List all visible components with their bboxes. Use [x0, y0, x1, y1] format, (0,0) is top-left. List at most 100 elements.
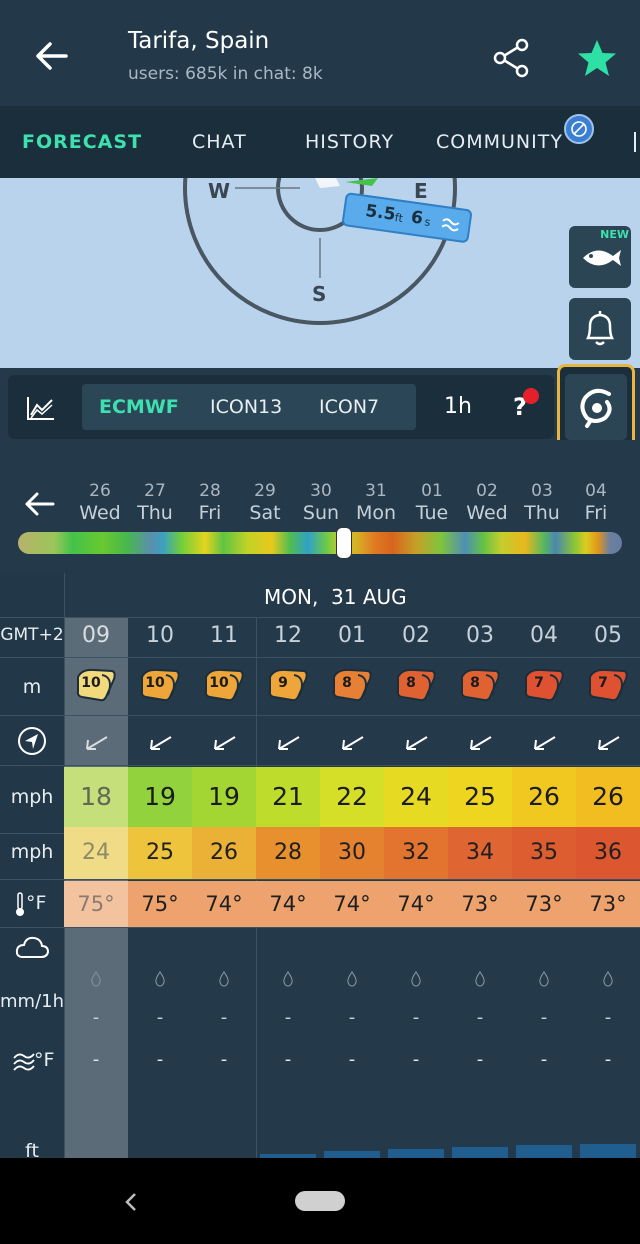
model-ecmwf[interactable]: ECMWF [99, 384, 179, 430]
kite-size-value: 8 [406, 675, 416, 691]
alerts-button[interactable] [569, 298, 631, 360]
hour-cell: 02 [402, 623, 430, 648]
day-name: Thu [137, 502, 173, 524]
row-divider [0, 715, 640, 716]
tab-community[interactable]: COMMUNITY [436, 106, 563, 178]
windy-mode-button[interactable] [557, 364, 635, 450]
day-item[interactable]: 31 Mon [348, 480, 404, 524]
day-item[interactable]: 02 Wed [459, 480, 515, 524]
label-wave-height: ft [25, 1140, 39, 1158]
cloud-icon [14, 933, 50, 961]
thermometer-icon [14, 891, 26, 917]
day-item[interactable]: 26 Wed [72, 480, 128, 524]
raindrop-icon [91, 971, 101, 987]
label-water-temp: °F [34, 1049, 55, 1071]
wind-gust-value: 36 [594, 840, 622, 865]
kite-size-value: 10 [209, 675, 229, 691]
share-button[interactable] [490, 36, 534, 80]
page-title: Tarifa, Spain [128, 28, 270, 54]
temperature-cell: 74° [192, 881, 256, 927]
kite-size-value: 7 [598, 675, 608, 691]
days-back-button[interactable] [22, 488, 58, 520]
hour-cell: 12 [274, 623, 302, 648]
wave-period-value: 6 [409, 207, 425, 229]
water-temp-cell: - [220, 1049, 228, 1070]
wind-speed-value: 18 [80, 782, 112, 811]
favorite-button[interactable] [576, 38, 618, 80]
label-wind-gust: mph [10, 841, 54, 863]
timeline-slider-handle[interactable] [337, 528, 351, 558]
tab-forecast[interactable]: FORECAST [22, 106, 142, 178]
day-item[interactable]: 27 Thu [127, 480, 183, 524]
day-item[interactable]: 01 Tue [404, 480, 460, 524]
system-nav-bar [0, 1158, 640, 1244]
wind-arrow-icon [470, 736, 492, 750]
wind-direction-cell [384, 725, 448, 761]
temperature-value: 74° [333, 892, 371, 916]
kite-size-value: 9 [278, 675, 288, 691]
wind-speed-value: 24 [400, 782, 432, 811]
help-notification-dot [523, 388, 539, 404]
temperature-cell: 74° [384, 881, 448, 927]
water-temp-cell: - [284, 1049, 292, 1070]
wind-direction-cell [128, 725, 192, 761]
day-item[interactable]: 03 Thu [514, 480, 570, 524]
interval-selector[interactable]: 1h [444, 394, 472, 419]
rain-drop-cell [192, 971, 256, 991]
kite-size-cell: 9 [256, 667, 320, 707]
wind-speed-cell: 26 [512, 767, 576, 827]
wind-direction-cell [256, 725, 320, 761]
kite-size-cell: 10 [192, 667, 256, 707]
chart-icon[interactable] [26, 395, 56, 421]
kite-size-value: 10 [145, 675, 165, 691]
wind-arrow-icon [534, 736, 556, 750]
temperature-value: 75° [77, 892, 115, 916]
wave-bar [516, 1145, 572, 1158]
day-item[interactable]: 28 Fri [182, 480, 238, 524]
raindrop-icon [603, 971, 613, 987]
water-temp-cell: - [540, 1049, 548, 1070]
nav-home-button[interactable] [295, 1191, 345, 1211]
hour-cell: 10 [146, 623, 174, 648]
back-arrow-icon [36, 42, 68, 70]
water-temp-icon [12, 1048, 36, 1072]
tab-history[interactable]: HISTORY [305, 106, 394, 178]
raindrop-icon [411, 971, 421, 987]
nav-back-button[interactable] [118, 1188, 146, 1216]
wave-bar [580, 1144, 636, 1158]
wind-arrow-icon [86, 736, 108, 750]
wind-color-timeline[interactable] [18, 532, 622, 554]
day-name: Fri [584, 502, 608, 524]
rain-cell: - [284, 1007, 292, 1028]
tab-chat[interactable]: CHAT [192, 106, 247, 178]
day-item[interactable]: 30 Sun [293, 480, 349, 524]
rain-cell: - [156, 1007, 164, 1028]
model-icon7[interactable]: ICON7 [319, 384, 379, 430]
rain-drop-cell [512, 971, 576, 991]
day-item[interactable]: 04 Fri [568, 480, 624, 524]
wind-gust-cell: 34 [448, 827, 512, 879]
tab-bar: FORECAST CHAT HISTORY COMMUNITY [0, 106, 640, 178]
wind-speed-cell: 18 [64, 767, 128, 827]
wind-direction-label-icon [16, 725, 48, 757]
label-rain: mm/1h [0, 991, 64, 1012]
water-temp-cell: - [156, 1049, 164, 1070]
wave-bar [452, 1147, 508, 1158]
back-button[interactable] [28, 36, 72, 76]
row-divider [0, 927, 640, 928]
date-header: MON, 31 AUG [264, 585, 407, 609]
spot-map[interactable]: W E S 5.5 ft 6 s [0, 178, 640, 368]
temperature-cell: 74° [256, 881, 320, 927]
fishing-button[interactable]: NEW [569, 226, 631, 288]
day-name: Thu [524, 502, 560, 524]
wind-gust-value: 25 [146, 840, 174, 865]
row-divider [0, 617, 640, 618]
day-item[interactable]: 29 Sat [237, 480, 293, 524]
wind-speed-cell: 24 [384, 767, 448, 827]
wind-speed-cell: 19 [128, 767, 192, 827]
raindrop-icon [219, 971, 229, 987]
wind-gust-cell: 25 [128, 827, 192, 879]
model-icon13[interactable]: ICON13 [210, 384, 282, 430]
wind-gust-value: 30 [338, 840, 366, 865]
kite-size-cell: 7 [576, 667, 640, 707]
